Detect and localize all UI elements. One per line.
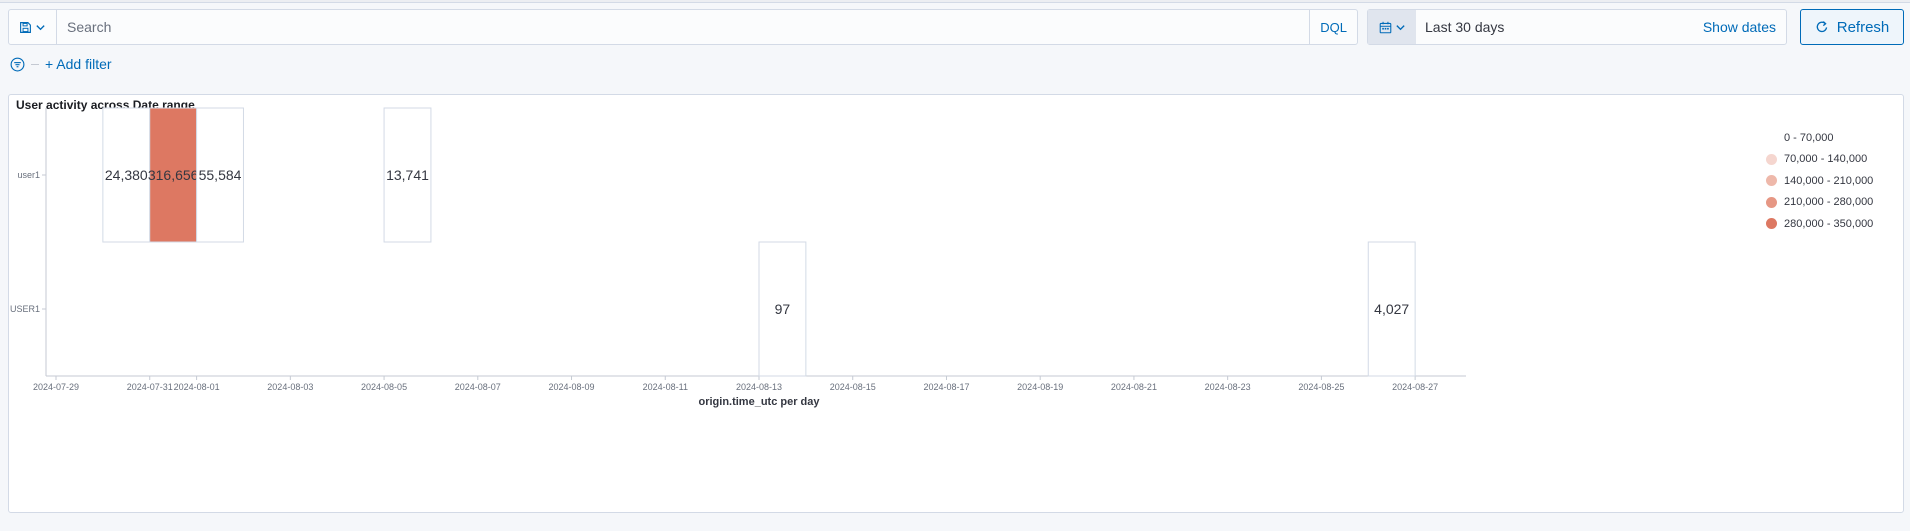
refresh-label: Refresh	[1836, 18, 1890, 36]
x-tick-label: 2024-08-27	[1392, 382, 1438, 392]
legend-label: 70,000 - 140,000	[1784, 153, 1868, 166]
x-tick-label: 2024-08-13	[736, 382, 782, 392]
legend-label: 280,000 - 350,000	[1784, 217, 1874, 230]
quick-select-button[interactable]	[1368, 10, 1416, 44]
legend-swatch-icon	[1766, 132, 1777, 144]
refresh-icon	[1816, 21, 1827, 33]
x-tick-label: 2024-08-25	[1298, 382, 1344, 392]
visualization-panel: User activity across Date range user1 USE…	[8, 94, 1904, 513]
save-icon	[20, 21, 31, 33]
cell-value-label: 316,656	[148, 167, 199, 183]
cell-value-label: 55,584	[199, 167, 242, 183]
top-divider	[0, 0, 1910, 3]
x-tick-label: 2024-08-23	[1205, 382, 1251, 392]
chart-legend: 0 - 70,000 70,000 - 140,000 140,000 - 210,…	[1766, 127, 1896, 235]
query-language-button[interactable]: DQL	[1309, 10, 1357, 44]
x-tick-label: 2024-08-21	[1111, 382, 1157, 392]
x-tick-label: 2024-08-15	[830, 382, 876, 392]
legend-label: 140,000 - 210,000	[1784, 174, 1874, 187]
cell-value-label: 24,380	[105, 167, 148, 183]
x-tick-label: 2024-08-05	[361, 382, 407, 392]
legend-swatch-icon	[1766, 175, 1777, 187]
legend-swatch-icon	[1766, 196, 1777, 208]
filter-bar: + Add filter	[10, 54, 112, 74]
time-range-label[interactable]: Last 30 days	[1416, 19, 1703, 35]
search-input[interactable]	[57, 10, 1310, 44]
heatmap-chart: user1 USER1 2024-07-29 2024-07-31 2024-08-01…	[10, 107, 1466, 408]
legend-label: 0 - 70,000	[1784, 131, 1834, 144]
legend-item[interactable]: 280,000 - 350,000	[1766, 213, 1896, 235]
x-tick-label: 2024-07-29	[33, 382, 79, 392]
saved-queries-button[interactable]	[9, 10, 57, 44]
legend-item[interactable]: 0 - 70,000	[1766, 127, 1896, 149]
legend-item[interactable]: 140,000 - 210,000	[1766, 170, 1896, 192]
cell-value-label: 13,741	[386, 167, 429, 183]
x-tick-label: 2024-08-03	[267, 382, 313, 392]
filter-divider	[31, 63, 39, 65]
add-filter-button[interactable]: + Add filter	[45, 56, 112, 72]
x-tick-label: 2024-08-11	[643, 382, 688, 392]
x-tick-label: 2024-08-19	[1017, 382, 1063, 392]
y-tick-label: user1	[17, 170, 40, 180]
y-tick-label: USER1	[10, 304, 40, 314]
x-axis-title: origin.time_utc per day	[698, 396, 820, 408]
x-tick-label: 2024-08-01	[174, 382, 220, 392]
chevron-down-icon	[1395, 24, 1405, 30]
legend-label: 210,000 - 280,000	[1784, 196, 1874, 209]
x-tick-label: 2024-08-17	[923, 382, 969, 392]
filter-icon[interactable]	[10, 57, 25, 72]
cell-value-label: 4,027	[1374, 301, 1409, 317]
query-bar: DQL	[8, 9, 1358, 45]
legend-swatch-icon	[1766, 218, 1777, 230]
x-tick-label: 2024-07-31	[127, 382, 173, 392]
legend-item[interactable]: 70,000 - 140,000	[1766, 149, 1896, 171]
date-picker: Last 30 days Show dates	[1367, 9, 1787, 45]
calendar-icon	[1379, 21, 1391, 33]
x-tick-label: 2024-08-07	[455, 382, 501, 392]
cell-value-label: 97	[775, 301, 791, 317]
legend-swatch-icon	[1766, 153, 1777, 165]
legend-item[interactable]: 210,000 - 280,000	[1766, 192, 1896, 214]
show-dates-button[interactable]: Show dates	[1703, 19, 1786, 35]
chevron-down-icon	[36, 24, 45, 30]
refresh-button[interactable]: Refresh	[1800, 9, 1904, 45]
x-tick-label: 2024-08-09	[549, 382, 595, 392]
